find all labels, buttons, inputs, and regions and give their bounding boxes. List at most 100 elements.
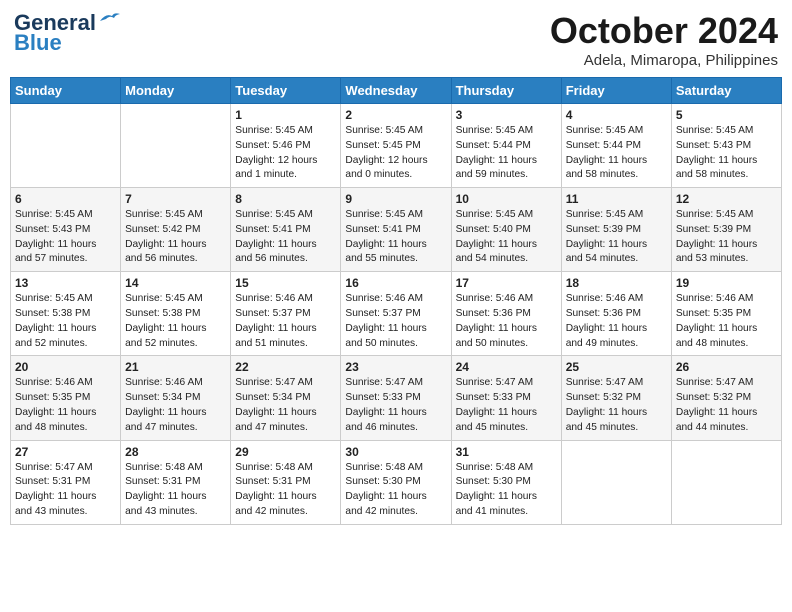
cell-content: Sunrise: 5:45 AM Sunset: 5:39 PM Dayligh…	[676, 208, 777, 267]
day-number: 17	[456, 276, 557, 290]
cell-content: Sunrise: 5:45 AM Sunset: 5:43 PM Dayligh…	[15, 208, 116, 267]
cell-content: Sunrise: 5:45 AM Sunset: 5:40 PM Dayligh…	[456, 208, 557, 267]
calendar-cell: 24Sunrise: 5:47 AM Sunset: 5:33 PM Dayli…	[451, 356, 561, 440]
calendar-cell: 10 Sunrise: 5:45 AM Sunset: 5:40 PM Dayli…	[451, 188, 561, 272]
day-number: 26	[676, 360, 777, 374]
calendar-table: SundayMondayTuesdayWednesdayThursdayFrid…	[10, 77, 782, 525]
calendar-cell	[11, 104, 121, 188]
calendar-cell: 7 Sunrise: 5:45 AM Sunset: 5:42 PM Daylig…	[121, 188, 231, 272]
day-number: 21	[125, 360, 226, 374]
calendar-cell: 16Sunrise: 5:46 AM Sunset: 5:37 PM Dayli…	[341, 272, 451, 356]
day-number: 1	[235, 108, 336, 122]
calendar-cell: 23 Sunrise: 5:47 AM Sunset: 5:33 PM Dayli…	[341, 356, 451, 440]
day-number: 10	[456, 192, 557, 206]
calendar-cell: 14 Sunrise: 5:45 AM Sunset: 5:38 PM Dayli…	[121, 272, 231, 356]
weekday-header-sunday: Sunday	[11, 78, 121, 104]
logo-text-blue: Blue	[14, 30, 62, 56]
cell-content: Sunrise: 5:46 AM Sunset: 5:35 PM Dayligh…	[676, 292, 777, 351]
day-number: 9	[345, 192, 446, 206]
day-number: 14	[125, 276, 226, 290]
week-row-1: 1 Sunrise: 5:45 AM Sunset: 5:46 PM Daylig…	[11, 104, 782, 188]
day-number: 8	[235, 192, 336, 206]
week-row-3: 13 Sunrise: 5:45 AM Sunset: 5:38 PM Dayli…	[11, 272, 782, 356]
cell-content: Sunrise: 5:45 AM Sunset: 5:44 PM Dayligh…	[566, 124, 667, 183]
calendar-cell: 3Sunrise: 5:45 AM Sunset: 5:44 PM Daylig…	[451, 104, 561, 188]
calendar-cell: 1 Sunrise: 5:45 AM Sunset: 5:46 PM Daylig…	[231, 104, 341, 188]
cell-content: Sunrise: 5:46 AM Sunset: 5:37 PM Dayligh…	[235, 292, 336, 351]
cell-content: Sunrise: 5:46 AM Sunset: 5:37 PM Dayligh…	[345, 292, 446, 351]
day-number: 11	[566, 192, 667, 206]
calendar-cell: 21 Sunrise: 5:46 AM Sunset: 5:34 PM Dayli…	[121, 356, 231, 440]
cell-content: Sunrise: 5:47 AM Sunset: 5:33 PM Dayligh…	[345, 376, 446, 435]
logo-bird-icon	[98, 11, 120, 27]
day-number: 24	[456, 360, 557, 374]
cell-content: Sunrise: 5:47 AM Sunset: 5:34 PM Dayligh…	[235, 376, 336, 435]
cell-content: Sunrise: 5:47 AM Sunset: 5:32 PM Dayligh…	[566, 376, 667, 435]
calendar-cell: 8 Sunrise: 5:45 AM Sunset: 5:41 PM Daylig…	[231, 188, 341, 272]
calendar-cell: 5 Sunrise: 5:45 AM Sunset: 5:43 PM Daylig…	[671, 104, 781, 188]
calendar-cell: 20 Sunrise: 5:46 AM Sunset: 5:35 PM Dayli…	[11, 356, 121, 440]
cell-content: Sunrise: 5:47 AM Sunset: 5:32 PM Dayligh…	[676, 376, 777, 435]
day-number: 23	[345, 360, 446, 374]
weekday-header-thursday: Thursday	[451, 78, 561, 104]
calendar-cell: 2 Sunrise: 5:45 AM Sunset: 5:45 PM Daylig…	[341, 104, 451, 188]
day-number: 28	[125, 445, 226, 459]
weekday-header-row: SundayMondayTuesdayWednesdayThursdayFrid…	[11, 78, 782, 104]
cell-content: Sunrise: 5:45 AM Sunset: 5:38 PM Dayligh…	[15, 292, 116, 351]
cell-content: Sunrise: 5:45 AM Sunset: 5:39 PM Dayligh…	[566, 208, 667, 267]
logo: General Blue	[14, 10, 120, 56]
cell-content: Sunrise: 5:45 AM Sunset: 5:38 PM Dayligh…	[125, 292, 226, 351]
calendar-cell: 25 Sunrise: 5:47 AM Sunset: 5:32 PM Dayli…	[561, 356, 671, 440]
page-header: General Blue October 2024 Adela, Mimarop…	[10, 10, 782, 69]
day-number: 20	[15, 360, 116, 374]
day-number: 7	[125, 192, 226, 206]
calendar-cell: 26 Sunrise: 5:47 AM Sunset: 5:32 PM Dayli…	[671, 356, 781, 440]
cell-content: Sunrise: 5:48 AM Sunset: 5:30 PM Dayligh…	[456, 461, 557, 520]
day-number: 2	[345, 108, 446, 122]
calendar-cell: 15 Sunrise: 5:46 AM Sunset: 5:37 PM Dayli…	[231, 272, 341, 356]
cell-content: Sunrise: 5:48 AM Sunset: 5:31 PM Dayligh…	[235, 461, 336, 520]
cell-content: Sunrise: 5:45 AM Sunset: 5:46 PM Dayligh…	[235, 124, 336, 183]
calendar-cell: 12Sunrise: 5:45 AM Sunset: 5:39 PM Dayli…	[671, 188, 781, 272]
calendar-cell	[671, 440, 781, 524]
cell-content: Sunrise: 5:45 AM Sunset: 5:41 PM Dayligh…	[345, 208, 446, 267]
cell-content: Sunrise: 5:48 AM Sunset: 5:31 PM Dayligh…	[125, 461, 226, 520]
weekday-header-wednesday: Wednesday	[341, 78, 451, 104]
day-number: 25	[566, 360, 667, 374]
day-number: 13	[15, 276, 116, 290]
calendar-cell: 30 Sunrise: 5:48 AM Sunset: 5:30 PM Dayli…	[341, 440, 451, 524]
day-number: 30	[345, 445, 446, 459]
week-row-4: 20 Sunrise: 5:46 AM Sunset: 5:35 PM Dayli…	[11, 356, 782, 440]
calendar-cell	[561, 440, 671, 524]
day-number: 4	[566, 108, 667, 122]
cell-content: Sunrise: 5:45 AM Sunset: 5:45 PM Dayligh…	[345, 124, 446, 183]
cell-content: Sunrise: 5:46 AM Sunset: 5:35 PM Dayligh…	[15, 376, 116, 435]
month-title: October 2024	[550, 10, 778, 52]
cell-content: Sunrise: 5:45 AM Sunset: 5:43 PM Dayligh…	[676, 124, 777, 183]
calendar-cell: 28 Sunrise: 5:48 AM Sunset: 5:31 PM Dayli…	[121, 440, 231, 524]
cell-content: Sunrise: 5:45 AM Sunset: 5:42 PM Dayligh…	[125, 208, 226, 267]
calendar-cell: 29Sunrise: 5:48 AM Sunset: 5:31 PM Dayli…	[231, 440, 341, 524]
day-number: 15	[235, 276, 336, 290]
calendar-cell: 19 Sunrise: 5:46 AM Sunset: 5:35 PM Dayli…	[671, 272, 781, 356]
cell-content: Sunrise: 5:46 AM Sunset: 5:34 PM Dayligh…	[125, 376, 226, 435]
cell-content: Sunrise: 5:48 AM Sunset: 5:30 PM Dayligh…	[345, 461, 446, 520]
week-row-5: 27 Sunrise: 5:47 AM Sunset: 5:31 PM Dayli…	[11, 440, 782, 524]
day-number: 5	[676, 108, 777, 122]
calendar-cell: 13 Sunrise: 5:45 AM Sunset: 5:38 PM Dayli…	[11, 272, 121, 356]
cell-content: Sunrise: 5:47 AM Sunset: 5:31 PM Dayligh…	[15, 461, 116, 520]
cell-content: Sunrise: 5:46 AM Sunset: 5:36 PM Dayligh…	[456, 292, 557, 351]
cell-content: Sunrise: 5:45 AM Sunset: 5:41 PM Dayligh…	[235, 208, 336, 267]
calendar-cell: 27 Sunrise: 5:47 AM Sunset: 5:31 PM Dayli…	[11, 440, 121, 524]
calendar-cell: 31Sunrise: 5:48 AM Sunset: 5:30 PM Dayli…	[451, 440, 561, 524]
day-number: 6	[15, 192, 116, 206]
weekday-header-tuesday: Tuesday	[231, 78, 341, 104]
calendar-cell: 17 Sunrise: 5:46 AM Sunset: 5:36 PM Dayli…	[451, 272, 561, 356]
day-number: 18	[566, 276, 667, 290]
day-number: 27	[15, 445, 116, 459]
calendar-cell: 6 Sunrise: 5:45 AM Sunset: 5:43 PM Daylig…	[11, 188, 121, 272]
location-subtitle: Adela, Mimaropa, Philippines	[550, 52, 778, 69]
weekday-header-saturday: Saturday	[671, 78, 781, 104]
day-number: 19	[676, 276, 777, 290]
day-number: 22	[235, 360, 336, 374]
